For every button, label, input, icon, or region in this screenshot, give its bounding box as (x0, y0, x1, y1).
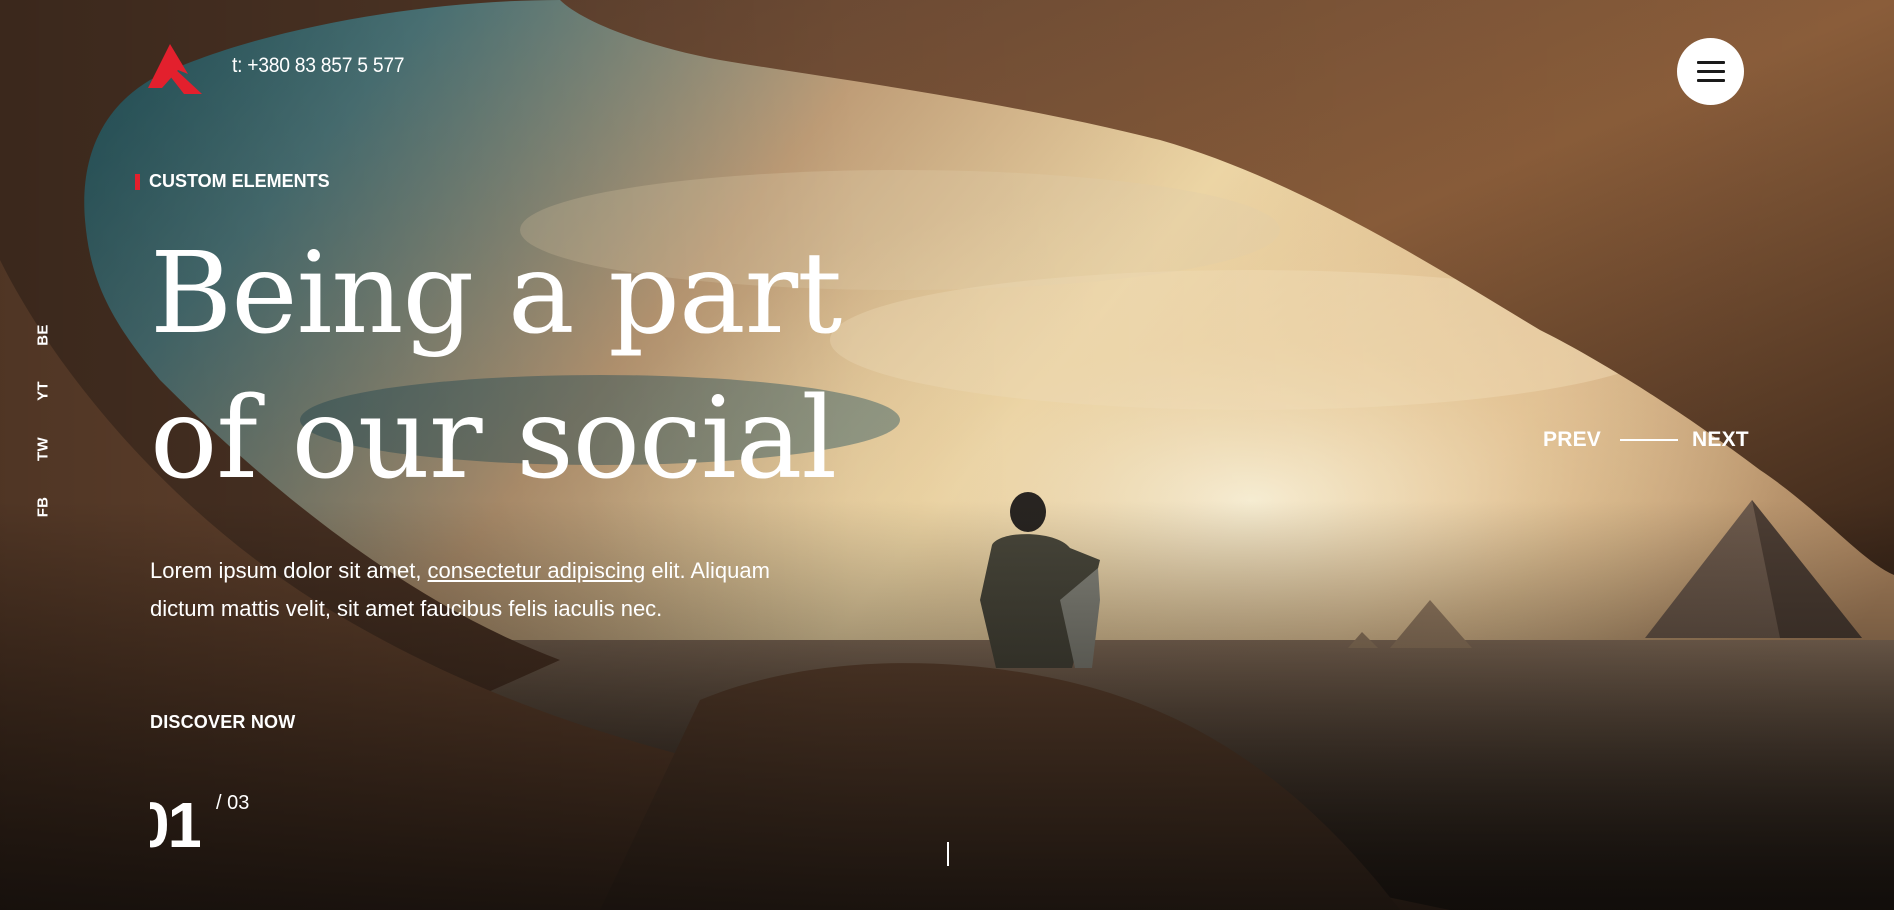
hamburger-icon-bar (1697, 79, 1725, 82)
eyebrow-label: CUSTOM ELEMENTS (149, 171, 330, 191)
social-link-yt[interactable]: YT (29, 376, 57, 406)
eyebrow-accent-mark (135, 173, 140, 190)
social-label-be: BE (34, 324, 52, 346)
social-link-be[interactable]: BE (29, 320, 57, 350)
slide-current: 01 (150, 790, 200, 860)
header-phone[interactable]: t: +380 83 857 5 577 (232, 54, 405, 78)
slide-total: / 03 (216, 792, 250, 814)
slide-counter: 01 / 03 (150, 790, 249, 865)
slider-nav: PREV NEXT (1543, 428, 1749, 452)
hero-title-line-1: Being a part (150, 229, 842, 359)
social-label-fb: FB (34, 496, 52, 518)
slider-nav-divider (1620, 439, 1678, 441)
social-link-fb[interactable]: FB (29, 492, 57, 522)
hero-title-line-2: of our social (150, 374, 837, 504)
hamburger-icon-bar (1697, 70, 1725, 73)
desc-text-start: Lorem ipsum dolor sit amet, (150, 558, 428, 583)
menu-button[interactable] (1677, 38, 1744, 105)
next-button[interactable]: NEXT (1692, 428, 1749, 452)
hamburger-icon (1697, 61, 1725, 64)
hero-title: Being a part of our social (150, 222, 842, 512)
discover-now-button[interactable]: DISCOVER NOW (150, 712, 295, 733)
brand-logo[interactable] (148, 44, 206, 94)
desc-link[interactable]: consectetur adipiscing (428, 558, 646, 583)
prev-button[interactable]: PREV (1543, 428, 1601, 452)
social-label-tw: TW (34, 437, 52, 461)
hero-eyebrow: CUSTOM ELEMENTS (135, 171, 330, 192)
scroll-indicator[interactable] (947, 842, 949, 866)
hero-description: Lorem ipsum dolor sit amet, consectetur … (150, 552, 790, 628)
social-link-tw[interactable]: TW (29, 434, 57, 464)
social-label-yt: YT (34, 381, 52, 401)
